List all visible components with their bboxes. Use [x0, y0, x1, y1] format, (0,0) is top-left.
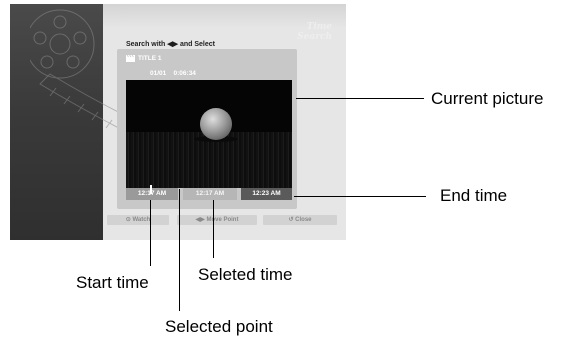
watch-button[interactable]: ⊙ Watch: [107, 215, 169, 225]
screen-title: Time Search: [272, 22, 332, 42]
close-button[interactable]: ↺ Close: [263, 215, 337, 225]
callout-line-selected-point: [179, 189, 180, 311]
callout-line-end-time: [294, 196, 426, 197]
side-panel: [10, 4, 103, 240]
clapperboard-icon: [126, 55, 135, 62]
chapter-time-info: 01/01 0:06:34: [150, 70, 196, 77]
title-info: TITLE 1: [126, 55, 161, 63]
callout-start-time: Start time: [76, 273, 149, 292]
chapter-number: 01/01: [150, 70, 167, 77]
callout-current-picture: Current picture: [431, 89, 544, 108]
instruction-text: Search with ◀▶ and Select: [126, 41, 215, 48]
callout-line-start-time: [150, 200, 151, 266]
callout-line-current-picture: [296, 98, 424, 99]
current-picture: [126, 80, 292, 188]
callout-line-selected-time: [213, 200, 214, 258]
move-point-button[interactable]: ◀▶ Move Point: [177, 215, 257, 225]
elapsed-time: 0:06:34: [173, 70, 196, 77]
start-time: 12:17 AM: [126, 188, 178, 200]
callout-selected-point: Selected point: [165, 317, 273, 336]
button-hints: ⊙ Watch ◀▶ Move Point ↺ Close: [103, 215, 346, 225]
selected-point-marker[interactable]: [150, 185, 152, 194]
screen-title-line1: Time: [306, 22, 332, 32]
callout-selected-time: Seleted time: [198, 265, 293, 284]
title-label: TITLE 1: [138, 55, 162, 63]
picture-ball: [200, 108, 232, 140]
selected-time[interactable]: 12:17 AM: [183, 188, 237, 200]
end-time: 12:23 AM: [241, 188, 292, 200]
screen-title-line2: Search: [297, 32, 332, 42]
callout-end-time: End time: [440, 186, 508, 205]
